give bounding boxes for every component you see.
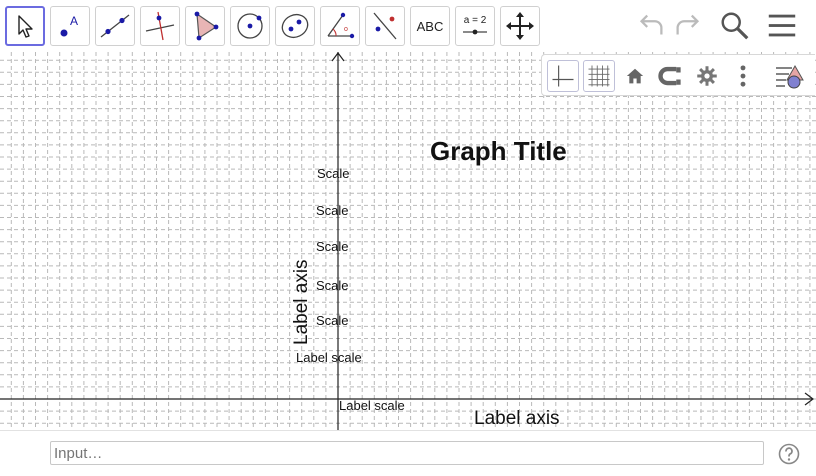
- move-pointer-icon: [18, 15, 33, 38]
- undo-icon: [639, 14, 663, 35]
- y-scale-label-2[interactable]: Scale: [316, 203, 349, 218]
- toggle-style-bar-button[interactable]: [773, 60, 805, 92]
- angle-tool-button[interactable]: o: [320, 6, 360, 46]
- point-capturing-button[interactable]: [655, 60, 687, 92]
- show-axes-toggle[interactable]: [547, 60, 579, 92]
- perpendicular-line-icon: [145, 11, 175, 41]
- polygon-tool-button[interactable]: [185, 6, 225, 46]
- y-label-scale[interactable]: Label scale: [296, 350, 362, 365]
- slider-icon: a = 2: [463, 15, 487, 35]
- reflect-about-line-icon: [373, 12, 397, 40]
- y-scale-label-5[interactable]: Scale: [316, 313, 349, 328]
- menu-icon: [768, 14, 796, 37]
- x-axis-label[interactable]: Label axis: [474, 408, 560, 430]
- slider-tool-button[interactable]: a = 2: [455, 6, 495, 46]
- toolbar: A o ABC a = 2: [0, 0, 816, 52]
- more-vertical-icon: [740, 65, 746, 87]
- search-button[interactable]: [717, 8, 753, 44]
- help-icon[interactable]: [778, 443, 800, 465]
- svg-text:o: o: [344, 26, 348, 33]
- main-menu-button[interactable]: [764, 8, 800, 44]
- move-view-tool-button[interactable]: [500, 6, 540, 46]
- point-icon: A: [60, 14, 78, 37]
- input-bar: [0, 430, 816, 476]
- settings-gear-icon: [697, 66, 717, 86]
- algebra-input[interactable]: [50, 441, 764, 465]
- perpendicular-tool-button[interactable]: [140, 6, 180, 46]
- point-tool-button[interactable]: A: [50, 6, 90, 46]
- axes-toggle-icon: [552, 65, 574, 87]
- grid-toggle-icon: [588, 65, 610, 87]
- graph-title[interactable]: Graph Title: [430, 136, 567, 167]
- move-tool-button[interactable]: [5, 6, 45, 46]
- slider-tool-label: a = 2: [464, 15, 487, 26]
- ellipse-icon: [281, 13, 309, 39]
- polygon-icon: [194, 11, 219, 41]
- x-label-scale[interactable]: Label scale: [339, 398, 405, 413]
- standard-view-button[interactable]: [619, 60, 651, 92]
- show-grid-toggle[interactable]: [583, 60, 615, 92]
- redo-icon: [676, 14, 700, 35]
- more-options-button[interactable]: [727, 60, 759, 92]
- y-scale-label-1[interactable]: Scale: [317, 166, 350, 181]
- graphics-style-bar: [541, 54, 815, 96]
- y-scale-label-4[interactable]: Scale: [316, 278, 349, 293]
- coordinate-grid: [0, 52, 816, 430]
- move-graphics-view-icon: [506, 12, 534, 40]
- redo-button[interactable]: [670, 8, 706, 44]
- home-icon: [626, 68, 644, 84]
- line-tool-button[interactable]: [95, 6, 135, 46]
- circle-center-point-icon: [237, 13, 263, 39]
- circle-tool-button[interactable]: [230, 6, 270, 46]
- undo-button[interactable]: [633, 8, 669, 44]
- line-through-points-icon: [100, 14, 130, 38]
- graphics-style-icon: [776, 64, 804, 89]
- search-icon: [721, 12, 749, 40]
- text-tool-button[interactable]: ABC: [410, 6, 450, 46]
- reflect-tool-button[interactable]: [365, 6, 405, 46]
- y-axis-label[interactable]: Label axis: [291, 259, 313, 345]
- svg-text:A: A: [70, 14, 78, 28]
- conic-tool-button[interactable]: [275, 6, 315, 46]
- text-tool-label: ABC: [416, 18, 444, 34]
- point-capturing-icon: [658, 66, 681, 86]
- y-scale-label-3[interactable]: Scale: [316, 239, 349, 254]
- graphics-settings-button[interactable]: [691, 60, 723, 92]
- angle-icon: o: [327, 12, 355, 39]
- graphics-view[interactable]: Graph Title Scale Scale Scale Scale Scal…: [0, 52, 816, 430]
